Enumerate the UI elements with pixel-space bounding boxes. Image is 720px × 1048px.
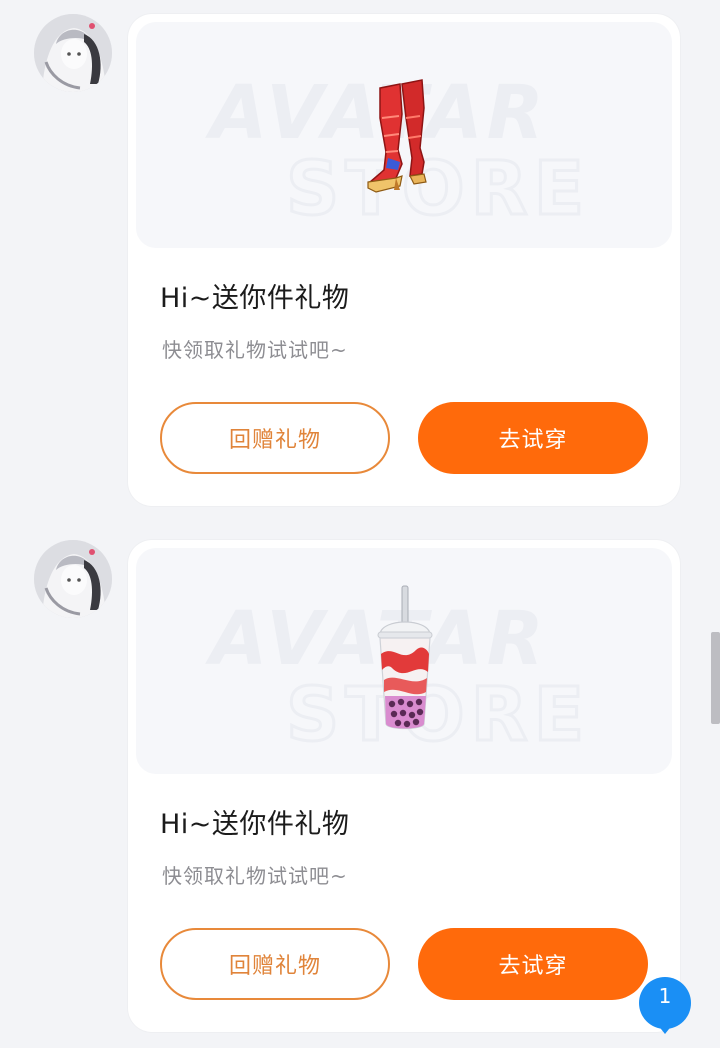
sender-avatar[interactable]: [34, 14, 112, 92]
bubble-tea-cup-icon: [377, 585, 433, 730]
unread-badge[interactable]: 1: [638, 976, 692, 1034]
return-gift-button[interactable]: 回赠礼物: [160, 402, 390, 474]
gift-message-card: AVATAR STORE Hi~送你件礼物 快领取礼物试试吧~ 回赠礼物 去试穿: [128, 540, 680, 1032]
gift-subtitle: 快领取礼物试试吧~: [162, 338, 348, 362]
red-boots-icon: [367, 79, 427, 193]
try-on-button[interactable]: 去试穿: [418, 928, 648, 1000]
gift-preview[interactable]: AVATAR STORE: [136, 548, 672, 774]
watermark-line2: STORE: [286, 672, 590, 758]
gift-title: Hi~送你件礼物: [160, 283, 350, 314]
gift-subtitle: 快领取礼物试试吧~: [162, 864, 348, 888]
user-avatar-icon: [34, 14, 112, 92]
gift-preview[interactable]: AVATAR STORE: [136, 22, 672, 248]
scrollbar-thumb[interactable]: [711, 632, 720, 724]
watermark-line2: STORE: [286, 146, 590, 232]
sender-avatar[interactable]: [34, 540, 112, 618]
gift-title: Hi~送你件礼物: [160, 809, 350, 840]
gift-message-card: AVATAR STORE Hi~送你件礼物 快领取礼物试试吧~ 回赠礼物 去试穿: [128, 14, 680, 506]
return-gift-button[interactable]: 回赠礼物: [160, 928, 390, 1000]
unread-count: 1: [658, 984, 672, 1008]
try-on-button[interactable]: 去试穿: [418, 402, 648, 474]
user-avatar-icon: [34, 540, 112, 618]
